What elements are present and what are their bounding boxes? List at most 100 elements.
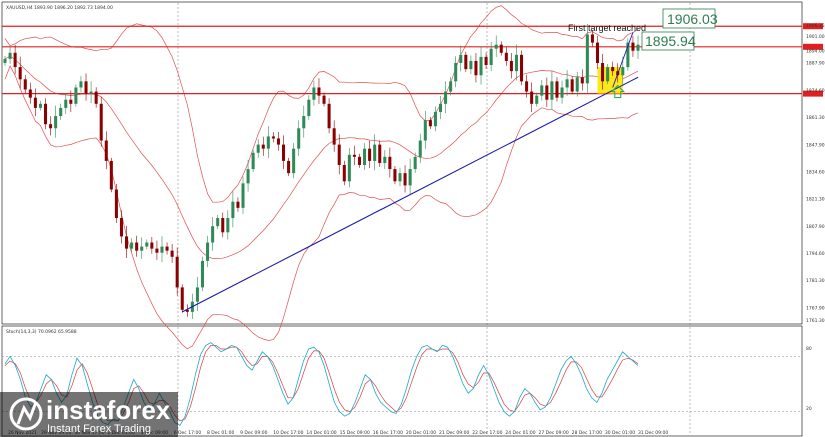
candle-body [499, 44, 503, 53]
candle-body [555, 81, 559, 98]
price-tick-label: 1847.90 [806, 142, 825, 148]
candle-body [560, 87, 564, 98]
candle-body [565, 79, 569, 88]
candle-body [484, 56, 488, 66]
candle-body [206, 242, 210, 261]
chart-window: 1906.35 1901.00 1894.00 1887.90 1874.60 1861.… [0, 0, 825, 437]
candle-body [378, 144, 382, 163]
candle-body [246, 169, 250, 184]
price-tick-label: 1894.00 [806, 48, 825, 54]
candle-body [408, 169, 412, 186]
candle-body [494, 44, 498, 49]
candle-body [423, 120, 427, 141]
candle-body [388, 156, 392, 170]
candle-body [64, 99, 68, 108]
candle-body [155, 248, 159, 253]
candle-body [322, 95, 326, 104]
price-tick-label: 1874.60 [806, 88, 825, 94]
candle-body [130, 242, 134, 249]
brand-name: instaforex [46, 395, 171, 425]
candle-body [454, 63, 458, 82]
candle-body [43, 103, 48, 125]
candle-body [428, 120, 432, 127]
price-chart: 1906.35 1901.00 1894.00 1887.90 1874.60 1861.… [0, 1, 825, 437]
price-tick-label: 1901.00 [806, 34, 825, 40]
stoch-level-80: 80 [806, 346, 812, 352]
candle-body [393, 169, 397, 182]
candle-body [89, 91, 93, 94]
candle-body [459, 54, 463, 63]
time-tick-label: 30 Dec 01:00 [605, 430, 635, 436]
trendline [181, 76, 639, 313]
candle-body [312, 87, 316, 100]
time-tick-label: 8 Dec 01:00 [207, 430, 235, 436]
candle-body [514, 54, 518, 72]
candle-body [550, 81, 554, 100]
candle-body [276, 138, 280, 145]
level-top-label: 1906.03 [667, 11, 718, 27]
candle-body [444, 91, 448, 104]
candle-body [347, 154, 351, 182]
candle-body [545, 85, 549, 100]
candle-body [352, 154, 356, 157]
candle-body [195, 287, 199, 302]
candle-body [79, 81, 83, 88]
candle-body [302, 116, 306, 129]
candle-body [449, 81, 453, 92]
price-tick-label: 1761.30 [806, 318, 825, 324]
candle-body [327, 103, 331, 129]
candle-body [119, 218, 123, 237]
candle-body [256, 144, 260, 153]
candle-body [357, 156, 361, 165]
candle-body [418, 140, 422, 157]
candle-body [150, 242, 154, 249]
candle-body [114, 189, 118, 219]
candle-body [33, 97, 37, 108]
time-tick-label: 20 Dec 01:00 [406, 430, 436, 436]
price-tick-label: 1906.35 [806, 23, 825, 29]
candle-body [221, 218, 225, 233]
candle-body [125, 236, 129, 249]
candle-body [469, 60, 473, 70]
candle-body [373, 144, 377, 161]
candle-body [28, 89, 32, 98]
candle-body [49, 124, 53, 129]
candle-body [504, 52, 508, 61]
candle-body [464, 54, 468, 70]
horizontal-levels [2, 23, 823, 97]
candle-body [474, 60, 478, 76]
candle-body [438, 103, 443, 112]
candle-body [363, 148, 367, 165]
candle-body [595, 42, 600, 63]
candle-body [433, 111, 437, 127]
candle-body [525, 81, 529, 92]
price-axis: 1906.35 1901.00 1894.00 1887.90 1874.60 1861.… [806, 23, 825, 324]
candle-body [236, 201, 240, 208]
candle-body [94, 91, 98, 104]
candle-body [575, 77, 579, 92]
price-tick-label: 1821.30 [806, 197, 825, 203]
candle-body [636, 44, 640, 51]
time-tick-label: 10 Dec 17:00 [273, 430, 303, 436]
candle-body [509, 60, 513, 72]
candle-body [175, 256, 179, 288]
price-tick-label: 1794.60 [806, 251, 825, 257]
candle-body [332, 128, 336, 145]
candle-body [59, 107, 63, 117]
instaforex-logo: instaforex Instant Forex Trading [0, 392, 178, 437]
candle-body [38, 103, 42, 108]
candle-body [535, 95, 539, 104]
symbol-header: XAUUSD,H4 1893.90 1896.20 1892.73 1894.0… [6, 5, 113, 11]
candle-body [84, 81, 88, 94]
candle-body [104, 140, 108, 161]
price-tick-label: 1887.90 [806, 61, 825, 67]
stoch-level-20: 20 [806, 406, 812, 412]
candle-body [18, 67, 22, 80]
candle-body [74, 87, 78, 104]
time-tick-label: 22 Dec 17:00 [472, 430, 502, 436]
candle-body [342, 165, 346, 182]
oscillator-label: Stoch(14,3,3) 70.0962 65.9588 [6, 329, 77, 335]
time-tick-label: 31 Dec 09:00 [638, 430, 668, 436]
candle-body [145, 242, 149, 247]
candle-body [211, 226, 215, 243]
